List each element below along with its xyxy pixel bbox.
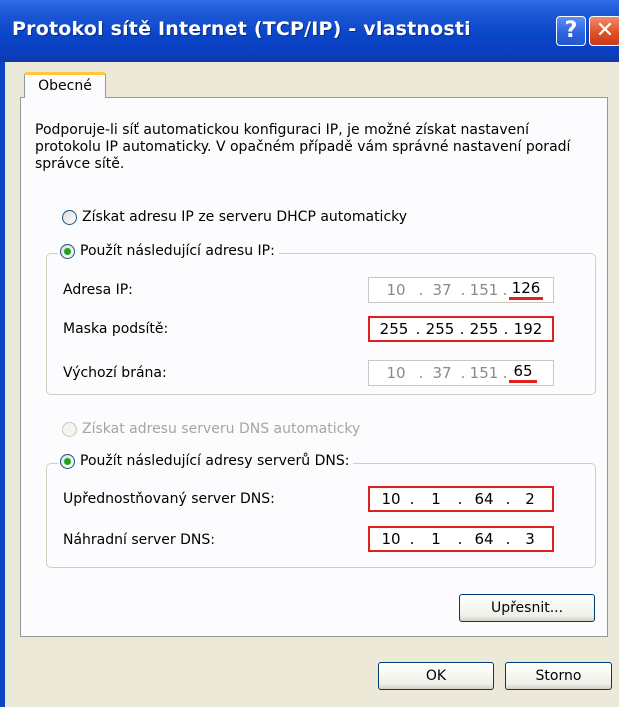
mask-dot: . (503, 320, 509, 338)
dns-group-box (46, 463, 596, 568)
advanced-button[interactable]: Upřesnit... (459, 594, 595, 622)
adns-dot: . (505, 530, 511, 548)
adns-octet-4: 3 (525, 530, 535, 548)
ip-dot: . (418, 281, 424, 299)
mask-dot: . (415, 320, 421, 338)
help-button[interactable]: ? (556, 16, 586, 46)
close-button[interactable]: ✕ (589, 16, 619, 46)
gw-octet-4: 65 (509, 363, 537, 383)
mask-octet-2: 255 (425, 320, 455, 338)
tab-general[interactable]: Obecné (24, 72, 106, 98)
pdns-octet-1: 10 (381, 490, 401, 508)
adns-octet-2: 1 (431, 530, 441, 548)
mask-octet-3: 255 (469, 320, 499, 338)
adns-octet-3: 64 (474, 530, 494, 548)
pdns-octet-2: 1 (431, 490, 441, 508)
alternate-dns-field[interactable]: 10 . 1 . 64 . 3 (368, 526, 554, 552)
ip-octet-4: 126 (509, 280, 543, 300)
ip-dot: . (502, 281, 508, 299)
ip-octet-1: 10 (386, 281, 406, 299)
ip-auto-radio[interactable] (62, 209, 77, 225)
pdns-dot: . (457, 490, 463, 508)
preferred-dns-field[interactable]: 10 . 1 . 64 . 2 (368, 486, 554, 512)
pdns-dot: . (409, 490, 415, 508)
alternate-dns-label: Náhradní server DNS: (63, 532, 215, 548)
close-icon: ✕ (595, 18, 615, 43)
gateway-label: Výchozí brána: (63, 365, 167, 381)
mask-dot: . (459, 320, 465, 338)
pdns-dot: . (505, 490, 511, 508)
ip-auto-option[interactable]: Získat adresu IP ze serveru DHCP automat… (62, 209, 407, 225)
dns-auto-option: Získat adresu serveru DNS automaticky (62, 421, 360, 437)
pdns-octet-4: 2 (525, 490, 535, 508)
gw-octet-2: 37 (432, 364, 452, 382)
mask-octet-4: 192 (513, 320, 543, 338)
adns-dot: . (409, 530, 415, 548)
gw-dot: . (502, 364, 508, 382)
gateway-field[interactable]: 10 . 37 . 151 . 65 (368, 360, 554, 386)
description-text: Podporuje-li síť automatickou konfigurac… (35, 122, 571, 172)
help-icon: ? (564, 18, 578, 43)
dns-manual-label: Použít následující adresy serverů DNS: (80, 453, 350, 469)
adns-octet-1: 10 (381, 530, 401, 548)
ip-auto-label: Získat adresu IP ze serveru DHCP automat… (82, 209, 408, 225)
cancel-button[interactable]: Storno (505, 662, 612, 690)
window-title: Protokol sítě Internet (TCP/IP) - vlastn… (12, 18, 471, 40)
gw-octet-3: 151 (469, 364, 499, 382)
subnet-mask-field[interactable]: 255 . 255 . 255 . 192 (368, 316, 554, 342)
gw-dot: . (418, 364, 424, 382)
gw-octet-1: 10 (386, 364, 406, 382)
ip-dot: . (460, 281, 466, 299)
preferred-dns-label: Upřednostňovaný server DNS: (63, 491, 275, 507)
dns-auto-radio (62, 421, 77, 437)
dns-manual-radio[interactable] (60, 453, 75, 469)
adns-dot: . (457, 530, 463, 548)
window-frame-left (0, 62, 5, 707)
ip-manual-label: Použít následující adresu IP: (80, 243, 275, 259)
ip-address-label: Adresa IP: (63, 282, 133, 298)
ip-octet-3: 151 (469, 281, 499, 299)
subnet-mask-label: Maska podsítě: (63, 321, 169, 337)
ip-manual-radio[interactable] (60, 243, 75, 259)
mask-octet-1: 255 (379, 320, 409, 338)
ip-address-field[interactable]: 10 . 37 . 151 . 126 (368, 277, 554, 303)
gw-dot: . (460, 364, 466, 382)
tcpip-properties-dialog: Protokol sítě Internet (TCP/IP) - vlastn… (0, 0, 619, 707)
pdns-octet-3: 64 (474, 490, 494, 508)
dns-manual-option[interactable]: Použít následující adresy serverů DNS: (58, 453, 354, 469)
dns-auto-label: Získat adresu serveru DNS automaticky (82, 421, 361, 437)
ok-button[interactable]: OK (378, 662, 494, 690)
ip-manual-option[interactable]: Použít následující adresu IP: (58, 243, 279, 259)
title-bar[interactable]: Protokol sítě Internet (TCP/IP) - vlastn… (0, 0, 619, 62)
ip-octet-2: 37 (432, 281, 452, 299)
